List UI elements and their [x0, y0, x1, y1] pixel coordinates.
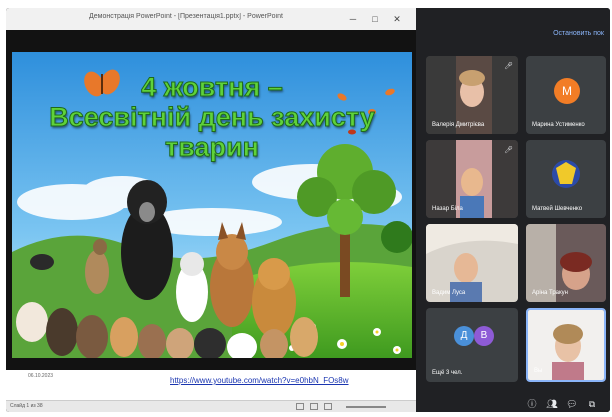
status-bar: Слайд 1 из 38: [6, 400, 416, 412]
participant-name: Ещё 3 чел.: [432, 370, 463, 376]
people-icon[interactable]: 👥︎: [546, 398, 558, 410]
slide-title-line: 4 жовтня –: [141, 72, 284, 103]
participant-name: Назар Біла: [432, 206, 463, 212]
chat-icon[interactable]: 💬︎: [566, 398, 578, 410]
participant-tile[interactable]: М Марина Устименко: [526, 56, 606, 134]
participant-name: Валерія Дмитрієва: [432, 122, 485, 128]
participant-tile[interactable]: Аріна Тракун: [526, 224, 606, 302]
avatar: В: [474, 326, 494, 346]
participant-name: Вадим Луса: [432, 290, 466, 296]
slide-title: 4 жовтня – Всесвітній день захисту твари…: [12, 72, 412, 163]
mic-off-icon: 🎤︎: [504, 63, 513, 70]
slide-title-line: Всесвітній день захисту: [49, 102, 376, 133]
youtube-link[interactable]: https://www.youtube.com/watch?v=e0hbN_FO…: [170, 376, 349, 385]
slide[interactable]: 4 жовтня – Всесвітній день захисту твари…: [12, 52, 412, 358]
title-bar: Демонстрація PowerPoint - [Презентація1.…: [6, 8, 416, 31]
reading-view-icon[interactable]: [324, 403, 332, 410]
close-button[interactable]: ✕: [390, 12, 404, 26]
slide-counter: Слайд 1 из 38: [10, 403, 43, 409]
window-title: Демонстрація PowerPoint - [Презентація1.…: [89, 13, 283, 20]
meet-panel: Остановить пок 🎤︎ Валерія Дмитрієва М Ма…: [416, 8, 610, 412]
avatar: Д: [454, 326, 474, 346]
powerpoint-window: Демонстрація PowerPoint - [Презентація1.…: [6, 8, 416, 412]
participant-name: Марина Устименко: [532, 122, 585, 128]
slide-date: 06.10.2023: [28, 373, 54, 379]
participant-tile[interactable]: Вадим Луса: [426, 224, 518, 302]
slide-title-line: тварин: [165, 132, 260, 163]
participant-tile[interactable]: 🎤︎ Валерія Дмитрієва: [426, 56, 518, 134]
participant-name: Матвей Шевченко: [532, 206, 583, 212]
participant-tile-group[interactable]: Д В Ещё 3 чел.: [426, 308, 518, 382]
activities-icon[interactable]: ⧉: [586, 398, 598, 410]
slide-sorter-icon[interactable]: [310, 403, 318, 410]
minimize-button[interactable]: ─: [346, 12, 360, 26]
normal-view-icon[interactable]: [296, 403, 304, 410]
slide-footer: 06.10.2023 https://www.youtube.com/watch…: [6, 370, 416, 400]
participant-name: Аріна Тракун: [532, 290, 568, 296]
participant-tile[interactable]: Матвей Шевченко: [526, 140, 606, 218]
meet-toolbar: ⓘ 👥︎ 💬︎ ⧉: [416, 396, 610, 412]
zoom-slider[interactable]: [346, 406, 386, 408]
screen: Демонстрація PowerPoint - [Презентація1.…: [6, 8, 610, 412]
participant-tile-self[interactable]: Вы: [526, 308, 606, 382]
participant-tile[interactable]: 🎤︎ Назар Біла: [426, 140, 518, 218]
avatar: М: [554, 78, 580, 104]
slide-area: 4 жовтня – Всесвітній день захисту твари…: [6, 30, 416, 370]
stop-sharing-button[interactable]: Остановить пок: [553, 30, 604, 37]
info-icon[interactable]: ⓘ: [526, 398, 538, 410]
mic-off-icon: 🎤︎: [504, 147, 513, 154]
participant-name: Вы: [534, 368, 543, 374]
maximize-button[interactable]: □: [368, 12, 382, 26]
